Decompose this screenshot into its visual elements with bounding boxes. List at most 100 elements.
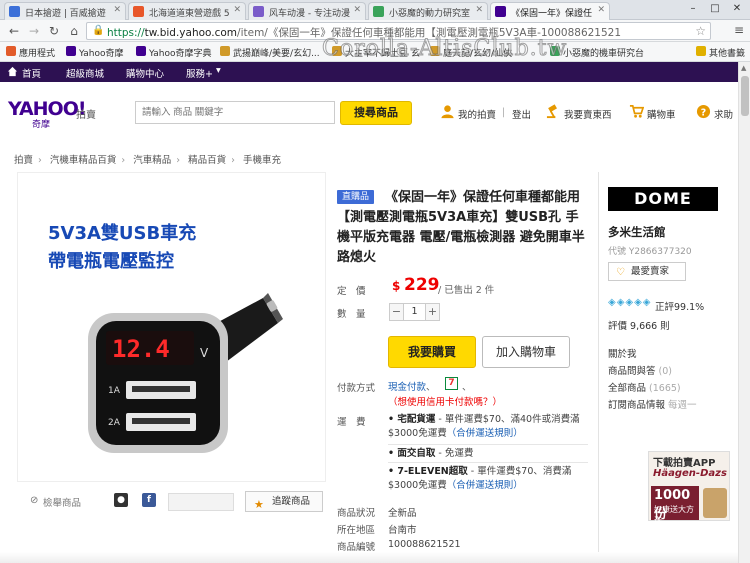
favorite-seller-button[interactable]: ♡ 最愛賣家 bbox=[608, 262, 686, 281]
shipping-option-711: • 7-ELEVEN超取 - 單件運費$70、消費滿$3000免運費（合併運送規… bbox=[388, 466, 572, 491]
seller-column-divider bbox=[598, 172, 599, 563]
divider bbox=[388, 444, 588, 445]
tab-favicon-icon bbox=[495, 6, 506, 17]
positive-rating[interactable]: 正評99.1% bbox=[655, 299, 704, 313]
seller-rating-diamond-icon: ◈◈◈◈◈ bbox=[608, 297, 652, 308]
cart-icon bbox=[629, 105, 644, 118]
chevron-down-icon[interactable]: ▾ bbox=[216, 65, 221, 76]
credit-card-link[interactable]: （想使用信用卡付款嗎？） bbox=[388, 394, 502, 408]
browser-tab[interactable]: 小惡魔的動力研究室 ✕ bbox=[368, 2, 488, 20]
bookmark-item[interactable]: 武揚巔峰/美要/玄幻... bbox=[220, 46, 320, 59]
search-input[interactable] bbox=[135, 101, 335, 124]
port-2-label: 2A bbox=[108, 418, 121, 428]
apps-icon bbox=[6, 46, 16, 56]
cash-payment-link[interactable]: 現金付款、 bbox=[388, 379, 436, 393]
app-promo-ad[interactable]: 下載拍賣APP Häagen-Dazs 1000份 好康送大方送 bbox=[648, 451, 730, 525]
sold-count: / 已售出 2 件 bbox=[438, 285, 495, 296]
ice-cream-icon bbox=[703, 488, 727, 518]
price-label: 定 價 bbox=[337, 286, 366, 297]
forward-icon[interactable]: → bbox=[26, 23, 42, 39]
breadcrumb-item[interactable]: 精品百貨 bbox=[188, 155, 226, 166]
seven-eleven-icon: 7 bbox=[445, 377, 458, 390]
scroll-up-icon[interactable]: ▲ bbox=[741, 64, 746, 72]
add-to-cart-button[interactable]: 加入購物車 bbox=[482, 336, 570, 368]
tab-favicon-icon bbox=[373, 6, 384, 17]
bookmark-item[interactable]: 應用程式 bbox=[6, 46, 55, 59]
tab-close-icon[interactable]: ✕ bbox=[597, 5, 605, 15]
page-bottom-edge bbox=[0, 552, 738, 563]
home-icon[interactable]: ⌂ bbox=[66, 23, 82, 39]
share-other-icon[interactable]: ● bbox=[114, 493, 128, 507]
bookmark-item[interactable]: Yahoo奇摩字典 bbox=[136, 46, 212, 59]
folder-icon bbox=[696, 46, 706, 56]
seller-link-all-products[interactable]: 全部商品 (1665) bbox=[608, 380, 681, 394]
image-title-line2: 帶電瓶電壓監控 bbox=[48, 251, 174, 272]
nav-services[interactable]: 服務+ bbox=[186, 66, 213, 80]
browser-tab[interactable]: 日本搶遊 | 百威搶遊 ✕ bbox=[4, 2, 126, 20]
browser-tab[interactable]: 北海道道東營遊戲 5 ✕ bbox=[128, 2, 246, 20]
yahoo-top-nav: 首頁 超級商城 購物中心 服務+ ▾ bbox=[0, 62, 738, 82]
minimize-icon[interactable]: – bbox=[682, 0, 704, 18]
product-title: 《保固一年》保證任何車種都能用【測電壓測電瓶5V3A車充】雙USB孔 手機平版充… bbox=[337, 190, 585, 265]
tab-favicon-icon bbox=[253, 6, 264, 17]
browser-tab[interactable]: 风车动漫 - 专注动漫 ✕ bbox=[248, 2, 366, 20]
tab-favicon-icon bbox=[9, 6, 20, 17]
close-window-icon[interactable]: ✕ bbox=[726, 0, 748, 18]
bookmark-item[interactable]: Yahoo奇摩 bbox=[66, 46, 124, 59]
maximize-icon[interactable]: □ bbox=[704, 0, 726, 18]
sell-link[interactable]: 我要賣東西 bbox=[546, 104, 612, 121]
cart-link[interactable]: 購物車 bbox=[629, 105, 676, 121]
product-id-value: 100088621521 bbox=[388, 539, 461, 550]
tab-close-icon[interactable]: ✕ bbox=[353, 5, 361, 15]
my-auction-link[interactable]: 我的拍賣 bbox=[440, 105, 496, 121]
reload-icon[interactable]: ↻ bbox=[46, 23, 62, 39]
shipping-rule-link[interactable]: （合併運送規則） bbox=[447, 428, 523, 439]
breadcrumb-item[interactable]: 拍賣 bbox=[14, 155, 33, 166]
seller-logo[interactable]: DOME bbox=[608, 187, 718, 211]
book-icon bbox=[220, 46, 230, 56]
condition-value: 全新品 bbox=[388, 508, 417, 519]
breadcrumb-item[interactable]: 汽機車精品百貨 bbox=[50, 155, 117, 166]
review-count[interactable]: 評價 9,666 則 bbox=[608, 318, 670, 332]
nav-shopping-center[interactable]: 購物中心 bbox=[126, 66, 164, 80]
report-product-link[interactable]: ⊘ 檢舉商品 bbox=[30, 495, 81, 509]
shipping-option-pickup: • 面交自取 - 免運費 bbox=[388, 448, 474, 459]
tab-close-icon[interactable]: ✕ bbox=[233, 5, 241, 15]
facebook-icon[interactable]: f bbox=[142, 493, 156, 507]
share-copy-box[interactable] bbox=[168, 493, 234, 511]
tab-close-icon[interactable]: ✕ bbox=[475, 5, 483, 15]
shipping-rule-link[interactable]: （合併運送規則） bbox=[447, 480, 523, 491]
quantity-decrease-button[interactable]: − bbox=[389, 303, 404, 321]
product-image[interactable]: 5V3A雙USB車充 帶電瓶電壓監控 12.4 V 1A 2A bbox=[17, 172, 326, 482]
browser-menu-icon[interactable]: ≡ bbox=[734, 23, 744, 37]
page-scrollbar[interactable]: ▲ bbox=[738, 62, 750, 563]
tab-label: 风车动漫 - 专注动漫 bbox=[269, 9, 350, 19]
search-button[interactable]: 搜尋商品 bbox=[340, 101, 412, 125]
buy-now-button[interactable]: 我要購買 bbox=[388, 336, 476, 368]
ad-sub: 好康送大方送 bbox=[654, 505, 694, 525]
nav-home[interactable]: 首頁 bbox=[22, 66, 41, 80]
seller-link-qa[interactable]: 商品問與答 (0) bbox=[608, 363, 672, 377]
nav-super-mall[interactable]: 超級商城 bbox=[66, 66, 104, 80]
track-product-button[interactable]: ★ 追蹤商品 bbox=[245, 491, 323, 512]
bookmark-star-icon[interactable]: ☆ bbox=[695, 24, 706, 38]
help-link[interactable]: ? 求助 bbox=[696, 104, 733, 121]
tab-close-icon[interactable]: ✕ bbox=[113, 5, 121, 15]
breadcrumb-item[interactable]: 汽車精品 bbox=[133, 155, 171, 166]
browser-tab-active[interactable]: 《保固一年》保證任 ✕ bbox=[490, 2, 610, 20]
breadcrumb-item[interactable]: 手機車充 bbox=[243, 155, 281, 166]
seller-name[interactable]: 多米生活館 bbox=[608, 224, 666, 240]
quantity-input[interactable]: 1 bbox=[404, 303, 425, 321]
direct-buy-badge: 直購品 bbox=[337, 190, 375, 204]
seller-link-subscribe[interactable]: 訂閱商品情報 每週一 bbox=[608, 397, 697, 411]
scrollbar-thumb[interactable] bbox=[741, 76, 749, 116]
divider bbox=[388, 462, 588, 463]
home-icon bbox=[7, 66, 18, 77]
quantity-increase-button[interactable]: + bbox=[425, 303, 440, 321]
logout-link[interactable]: 登出 bbox=[494, 107, 531, 121]
back-icon[interactable]: ← bbox=[6, 23, 22, 39]
yahoo-icon bbox=[66, 46, 76, 56]
seller-link-about[interactable]: 關於我 bbox=[608, 346, 637, 360]
location-label: 所在地區 bbox=[337, 525, 376, 536]
bookmark-folder[interactable]: 其他書籤 bbox=[696, 46, 745, 59]
